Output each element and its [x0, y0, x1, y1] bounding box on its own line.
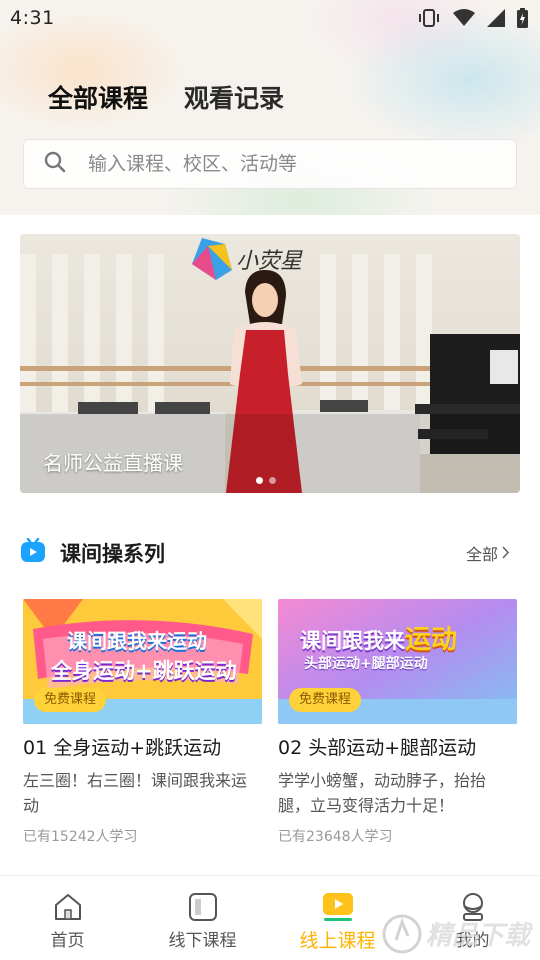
course-card[interactable]: 课间跟我来运动 全身运动+跳跃运动 免费课程 01 全身运动+跳跃运动 左三圈！… — [23, 599, 262, 846]
nav-offline-courses[interactable]: 线下课程 — [135, 876, 270, 960]
carousel-dot-1[interactable] — [256, 477, 263, 484]
nav-label: 我的 — [455, 931, 490, 951]
search-box[interactable] — [23, 139, 517, 189]
battery-icon — [517, 8, 528, 28]
signal-icon — [487, 9, 505, 27]
learner-count: 已有15242人学习 — [23, 829, 138, 845]
course-description: 左三圈！右三圈！课间跟我来运动 — [23, 771, 248, 815]
section-header: 课间操系列 全部 — [20, 536, 510, 570]
chevron-right-icon — [502, 544, 510, 563]
course-description: 学学小螃蟹，动动脖子，抬抬腿，立马变得活力十足！ — [278, 771, 487, 815]
nav-label: 线上课程 — [299, 930, 376, 952]
tab-label: 观看记录 — [184, 84, 285, 113]
banner-carousel[interactable]: 小荧星 名师公益直播课 — [20, 234, 520, 493]
learner-count: 已有23648人学习 — [278, 829, 393, 845]
wifi-icon — [453, 9, 475, 27]
nav-label: 首页 — [50, 931, 85, 951]
status-icons — [417, 8, 528, 28]
free-badge: 免费课程 — [289, 688, 362, 712]
tv-icon — [20, 537, 46, 568]
play-screen-icon — [321, 890, 355, 924]
status-bar: 4:31 — [0, 0, 540, 36]
section-title-group: 课间操系列 — [20, 537, 165, 568]
search-icon — [44, 151, 66, 177]
section-title: 课间操系列 — [60, 542, 165, 566]
tab-watch-history[interactable]: 观看记录 — [184, 84, 284, 114]
nav-home[interactable]: 首页 — [0, 876, 135, 960]
book-icon — [188, 890, 218, 924]
banner-title: 名师公益直播课 — [43, 451, 183, 475]
nav-label: 线下课程 — [168, 931, 237, 951]
carousel-dot-2[interactable] — [269, 477, 276, 484]
see-all-link[interactable]: 全部 — [466, 541, 510, 565]
course-card[interactable]: 课间跟我来运动 头部运动+腿部运动 免费课程 02 头部运动+腿部运动 学学小螃… — [278, 599, 517, 846]
thumbnail-title: 课间跟我来运动 — [67, 629, 207, 653]
thumbnail-subtitle: 头部运动+腿部运动 — [304, 656, 428, 672]
carousel-dots — [256, 477, 276, 484]
bottom-nav: 首页 线下课程 线上课程 我的 — [0, 875, 540, 960]
course-thumbnail: 课间跟我来运动 头部运动+腿部运动 免费课程 — [278, 599, 517, 724]
nav-profile[interactable]: 我的 — [405, 876, 540, 960]
course-title: 01 全身运动+跳跃运动 — [23, 737, 222, 759]
vibrate-icon — [417, 9, 441, 27]
tab-all-courses[interactable]: 全部课程 — [48, 84, 148, 114]
nav-online-courses[interactable]: 线上课程 — [270, 876, 405, 960]
home-icon — [53, 890, 83, 924]
banner-logo-text: 小荧星 — [236, 249, 303, 274]
status-time: 4:31 — [10, 7, 55, 29]
thumbnail-subtitle: 全身运动+跳跃运动 — [51, 659, 237, 683]
profile-icon — [458, 890, 488, 924]
course-thumbnail: 课间跟我来运动 全身运动+跳跃运动 免费课程 — [23, 599, 262, 724]
see-all-label: 全部 — [465, 545, 498, 564]
top-tabs: 全部课程 观看记录 — [48, 84, 284, 114]
thumbnail-title-text: 课间跟我来 — [300, 629, 405, 653]
app-screen: 4:31 全部课程 观看记录 输入课程、校区、活动等 小荧星 名师公益直播课 课… — [0, 0, 540, 960]
free-badge: 免费课程 — [34, 688, 107, 712]
thumbnail-title-highlight: 运动 — [405, 625, 458, 655]
tab-label: 全部课程 — [48, 84, 149, 113]
search-input[interactable] — [88, 153, 488, 175]
course-title: 02 头部运动+腿部运动 — [278, 737, 477, 759]
thumbnail-title: 课间跟我来运动 — [300, 619, 457, 656]
